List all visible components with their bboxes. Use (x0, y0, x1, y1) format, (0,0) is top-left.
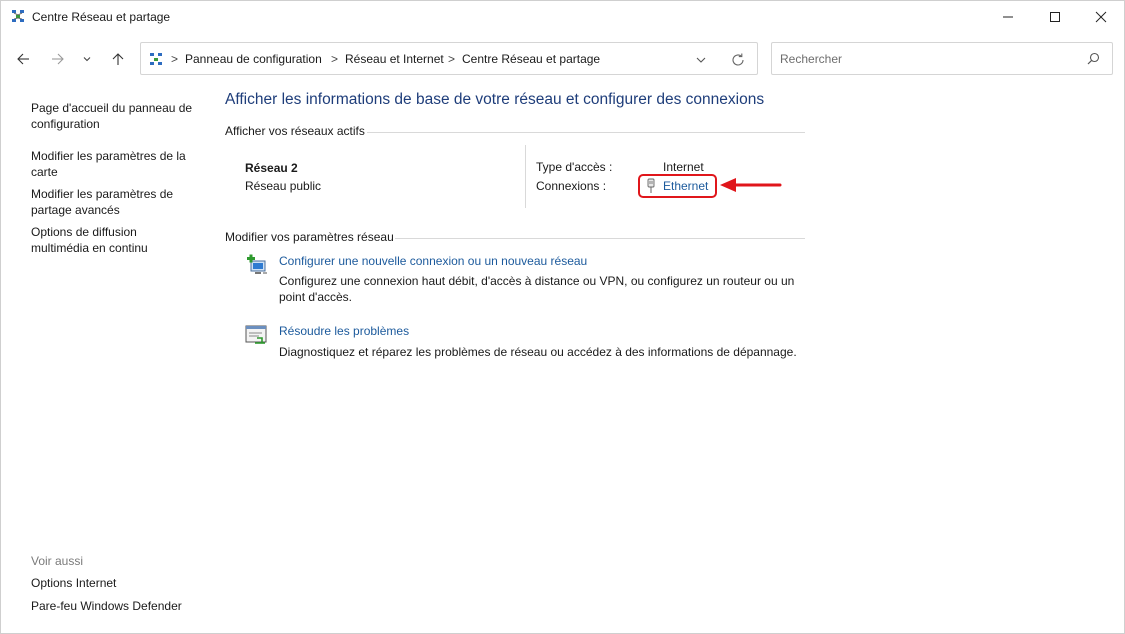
page-title: Afficher les informations de base de vot… (225, 91, 765, 108)
breadcrumb-network-center[interactable]: Centre Réseau et partage (462, 52, 600, 66)
recent-locations-button[interactable] (77, 47, 97, 71)
see-also-label: Voir aussi (31, 554, 84, 568)
address-bar[interactable]: > Panneau de configuration > Réseau et I… (140, 42, 758, 75)
connections-label: Connexions : (536, 179, 607, 193)
new-connection-icon (245, 253, 269, 277)
red-arrow-annotation (720, 177, 782, 196)
refresh-icon (732, 53, 744, 66)
troubleshoot-icon (245, 323, 269, 347)
section-divider (367, 132, 805, 133)
maximize-button[interactable] (1032, 1, 1078, 33)
breadcrumb-separator: > (171, 52, 179, 66)
arrow-right-icon (52, 53, 64, 65)
minimize-button[interactable] (985, 1, 1031, 33)
network-center-icon (11, 9, 25, 23)
refresh-button[interactable] (729, 51, 747, 69)
network-profile: Réseau public (245, 179, 322, 193)
breadcrumb-network-internet[interactable]: Réseau et Internet (345, 52, 444, 66)
maximize-icon (1050, 12, 1060, 22)
network-sharing-center-window: Centre Réseau et partage > Panneau de co… (0, 0, 1125, 634)
active-networks-heading: Afficher vos réseaux actifs (225, 124, 365, 138)
ethernet-connection-link[interactable]: Ethernet (663, 179, 708, 193)
close-button[interactable] (1078, 1, 1124, 33)
network-name: Réseau 2 (245, 161, 298, 175)
close-icon (1095, 11, 1107, 23)
back-button[interactable] (11, 47, 35, 71)
chevron-down-icon (83, 57, 91, 62)
see-also-internet-options[interactable]: Options Internet (31, 576, 201, 592)
breadcrumb-control-panel[interactable]: Panneau de configuration (185, 52, 322, 66)
forward-button[interactable] (46, 47, 70, 71)
vertical-divider (525, 145, 526, 208)
chevron-down-icon (696, 57, 706, 63)
breadcrumb-separator: > (448, 52, 456, 66)
see-also-windows-firewall[interactable]: Pare-feu Windows Defender (31, 599, 201, 615)
change-settings-heading: Modifier vos paramètres réseau (225, 230, 394, 244)
title-bar: Centre Réseau et partage (1, 1, 1124, 33)
sidebar-item-adapter-settings[interactable]: Modifier les paramètres de la carte (31, 149, 201, 180)
search-icon[interactable] (1087, 52, 1100, 68)
setup-new-connection-description: Configurez une connexion haut débit, d'a… (279, 274, 795, 304)
access-type-label: Type d'accès : (536, 160, 613, 174)
sidebar-item-control-panel-home[interactable]: Page d'accueil du panneau de configurati… (31, 101, 201, 132)
window-title: Centre Réseau et partage (32, 10, 171, 24)
sidebar-item-advanced-sharing[interactable]: Modifier les paramètres de partage avanc… (31, 187, 201, 218)
search-input[interactable]: Rechercher (771, 42, 1113, 75)
section-divider (395, 238, 805, 239)
arrow-up-icon (112, 53, 124, 65)
troubleshoot-link[interactable]: Résoudre les problèmes (279, 324, 409, 338)
access-type-value: Internet (663, 160, 704, 174)
arrow-left-icon (17, 53, 29, 65)
breadcrumb-separator: > (331, 52, 339, 66)
up-button[interactable] (106, 47, 130, 71)
minimize-icon (1003, 16, 1013, 18)
control-panel-icon (149, 52, 163, 69)
troubleshoot-description: Diagnostiquez et réparez les problèmes d… (279, 345, 797, 359)
address-history-button[interactable] (693, 52, 709, 68)
ethernet-plug-icon (645, 178, 657, 197)
search-placeholder: Rechercher (780, 52, 843, 66)
sidebar-item-media-streaming[interactable]: Options de diffusion multimédia en conti… (31, 225, 181, 256)
setup-new-connection-link[interactable]: Configurer une nouvelle connexion ou un … (279, 254, 587, 268)
